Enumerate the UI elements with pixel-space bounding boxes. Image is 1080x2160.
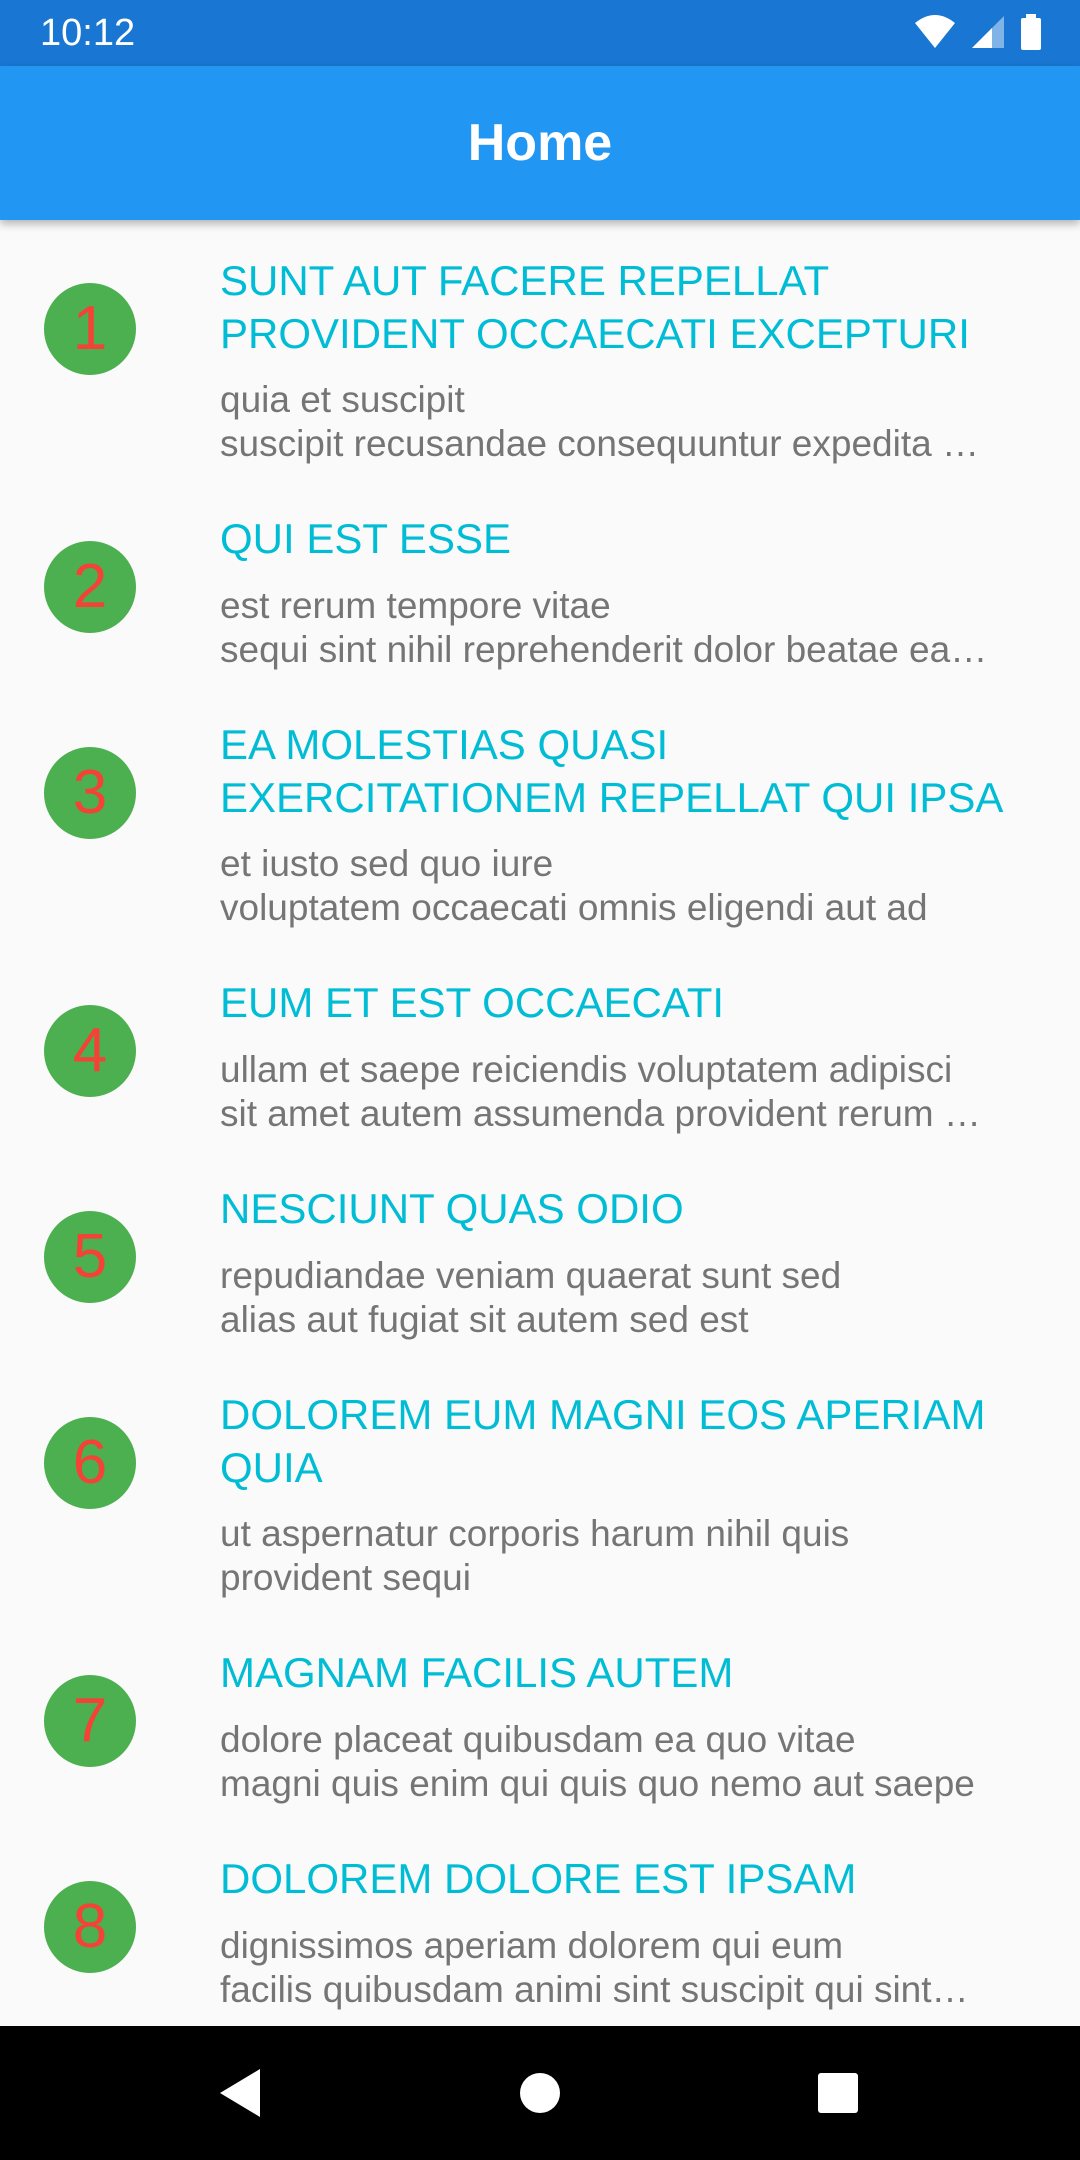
post-body-line: dolore placeat quibusdam ea quo vitae [220,1719,856,1760]
post-title-line: QUI EST ESSE [220,515,511,562]
post-number-avatar: 7 [44,1675,136,1767]
list-item[interactable]: 2 QUI EST ESSE est rerum tempore vitae s… [0,478,1080,684]
post-body: ut aspernatur corporis harum nihil quis … [220,1512,1010,1600]
list-item[interactable]: 6 DOLOREM EUM MAGNI EOS APERIAM QUIA ut … [0,1354,1080,1612]
post-title-line: QUIA [220,1444,323,1491]
back-icon[interactable] [210,2063,270,2123]
post-number-avatar: 4 [44,1005,136,1097]
post-body-line: alias aut fugiat sit autem sed est [220,1299,749,1340]
recents-icon[interactable] [808,2063,868,2123]
post-body-line: dignissimos aperiam dolorem qui eum [220,1925,844,1966]
post-title-line: DOLOREM EUM MAGNI EOS APERIAM [220,1391,986,1438]
post-title: SUNT AUT FACERE REPELLAT PROVIDENT OCCAE… [220,254,1020,360]
post-body-line: provident sequi [220,1557,471,1598]
list-item[interactable]: 4 EUM ET EST OCCAECATI ullam et saepe re… [0,942,1080,1148]
post-body: quia et suscipit suscipit recusandae con… [220,378,1010,466]
post-body-line: magni quis enim qui quis quo nemo aut sa… [220,1763,975,1804]
post-body-line: facilis quibusdam animi sint suscipit qu… [220,1969,969,2010]
post-number-avatar: 8 [44,1881,136,1973]
post-number-avatar: 1 [44,283,136,375]
battery-icon [1020,13,1042,55]
post-body-line: ullam et saepe reiciendis voluptatem adi… [220,1049,953,1090]
post-title: EUM ET EST OCCAECATI [220,976,1020,1029]
cell-signal-icon [970,15,1006,54]
list-item[interactable]: 5 NESCIUNT QUAS ODIO repudiandae veniam … [0,1148,1080,1354]
post-title-line: MAGNAM FACILIS AUTEM [220,1649,734,1696]
post-title-line: EXERCITATIONEM REPELLAT QUI IPSA [220,774,1004,821]
post-title: NESCIUNT QUAS ODIO [220,1182,1020,1235]
post-title-line: EA MOLESTIAS QUASI [220,721,669,768]
post-body: est rerum tempore vitae sequi sint nihil… [220,584,1010,672]
post-body-line: est rerum tempore vitae [220,585,611,626]
post-body: repudiandae veniam quaerat sunt sed alia… [220,1254,1010,1342]
status-icons [914,13,1042,55]
navigation-bar [0,2026,1080,2160]
screen: 10:12 Home 1 SUNT AUT FACERE REPELLAT PR… [0,0,1080,2160]
post-body-line: ut aspernatur corporis harum nihil quis [220,1513,850,1554]
post-title: DOLOREM DOLORE EST IPSAM [220,1852,1020,1905]
app-title: Home [467,114,613,172]
list-item[interactable]: 7 MAGNAM FACILIS AUTEM dolore placeat qu… [0,1612,1080,1818]
post-body: et iusto sed quo iure voluptatem occaeca… [220,842,1010,930]
post-body-line: sit amet autem assumenda provident rerum… [220,1093,981,1134]
post-body-line: sequi sint nihil reprehenderit dolor bea… [220,629,988,670]
status-bar: 10:12 [0,0,1080,66]
status-time: 10:12 [40,12,136,54]
post-body-line: et iusto sed quo iure [220,843,554,884]
post-body-line: repudiandae veniam quaerat sunt sed [220,1255,842,1296]
post-number-avatar: 5 [44,1211,136,1303]
post-title: EA MOLESTIAS QUASI EXERCITATIONEM REPELL… [220,718,1020,824]
post-body-line: quia et suscipit [220,379,465,420]
post-body: dolore placeat quibusdam ea quo vitae ma… [220,1718,1010,1806]
post-body: ullam et saepe reiciendis voluptatem adi… [220,1048,1010,1136]
post-title: MAGNAM FACILIS AUTEM [220,1646,1020,1699]
post-body: dignissimos aperiam dolorem qui eum faci… [220,1924,1010,2012]
post-list[interactable]: 1 SUNT AUT FACERE REPELLAT PROVIDENT OCC… [0,220,1080,2026]
post-title: QUI EST ESSE [220,512,1020,565]
post-title-line: PROVIDENT OCCAECATI EXCEPTURI [220,310,970,357]
post-title: DOLOREM EUM MAGNI EOS APERIAM QUIA [220,1388,1020,1494]
list-item[interactable]: 8 DOLOREM DOLORE EST IPSAM dignissimos a… [0,1818,1080,2026]
home-icon[interactable] [510,2063,570,2123]
post-title-line: SUNT AUT FACERE REPELLAT [220,257,830,304]
app-bar: Home [0,66,1080,220]
list-item[interactable]: 3 EA MOLESTIAS QUASI EXERCITATIONEM REPE… [0,684,1080,942]
post-title-line: EUM ET EST OCCAECATI [220,979,725,1026]
wifi-icon [914,14,956,54]
post-body-line: suscipit recusandae consequuntur expedit… [220,423,979,464]
post-number-avatar: 3 [44,747,136,839]
post-number-avatar: 6 [44,1417,136,1509]
post-title-line: NESCIUNT QUAS ODIO [220,1185,684,1232]
post-body-line: voluptatem occaecati omnis eligendi aut … [220,887,928,928]
list-item[interactable]: 1 SUNT AUT FACERE REPELLAT PROVIDENT OCC… [0,220,1080,478]
post-title-line: DOLOREM DOLORE EST IPSAM [220,1855,857,1902]
post-number-avatar: 2 [44,541,136,633]
